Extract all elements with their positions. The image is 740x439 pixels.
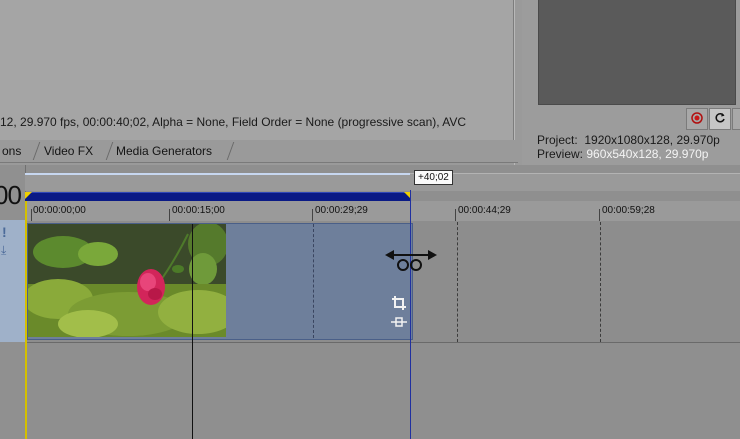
grid-line (457, 222, 458, 342)
ruler-label: 00:00:44;29 (458, 205, 511, 216)
ruler-label: 00:00:29;29 (315, 205, 368, 216)
ruler-label: 00:00:15;00 (172, 205, 225, 216)
tab-transitions[interactable]: ons (0, 142, 29, 160)
ruler-tick (169, 209, 170, 221)
refresh-icon (714, 112, 726, 127)
loop-region-bar[interactable] (25, 173, 740, 191)
tab-media-generators[interactable]: Media Generators (108, 142, 220, 160)
track-compositing-icon[interactable]: ⤓ (1, 243, 6, 258)
ruler-label: 00:00:00;00 (33, 205, 86, 216)
split-screen-button[interactable] (732, 108, 740, 130)
window-docking-tabs: ons Video FX Media Generators (0, 140, 518, 163)
trim-cursor-icon (385, 247, 437, 273)
clip-thumbnail (28, 224, 226, 337)
preview-label: Preview: (537, 147, 584, 161)
event-end-edge[interactable] (410, 190, 411, 439)
ruler-label: 00:00:59;28 (602, 205, 655, 216)
ruler-tick (312, 209, 313, 221)
ruler-tick (599, 209, 600, 221)
tab-separator (226, 142, 235, 160)
loop-point-marker (313, 224, 314, 338)
timeline-start-marker (25, 201, 27, 439)
ruler-tick (31, 209, 32, 221)
timecode-display: 00 (0, 180, 22, 210)
record-icon (691, 111, 703, 127)
preview-properties: Project: 1920x1080x128, 29.970p Preview:… (537, 133, 740, 161)
project-label: Project: (537, 133, 578, 147)
playhead-cursor[interactable] (192, 224, 193, 439)
tab-video-fx[interactable]: Video FX (36, 142, 101, 160)
project-value: 1920x1080x128, 29.970p (584, 133, 720, 147)
grid-line (600, 222, 601, 342)
loop-region-indicator (25, 173, 410, 175)
preview-value: 960x540x128, 29.970p (586, 147, 709, 161)
event-pan-crop-icon[interactable] (392, 296, 406, 310)
loop-playback-button[interactable] (709, 108, 731, 130)
selection-start-marker[interactable] (25, 192, 32, 199)
track-warning-icon: ! (2, 224, 7, 240)
record-button[interactable] (686, 108, 708, 130)
video-preview-screen (538, 0, 736, 105)
media-properties-text: 12, 29.970 fps, 00:00:40;02, Alpha = Non… (0, 115, 467, 129)
event-fx-icon[interactable] (391, 316, 407, 327)
loop-region-length-label: +40;02 (414, 170, 453, 185)
ruler-tick (455, 209, 456, 221)
